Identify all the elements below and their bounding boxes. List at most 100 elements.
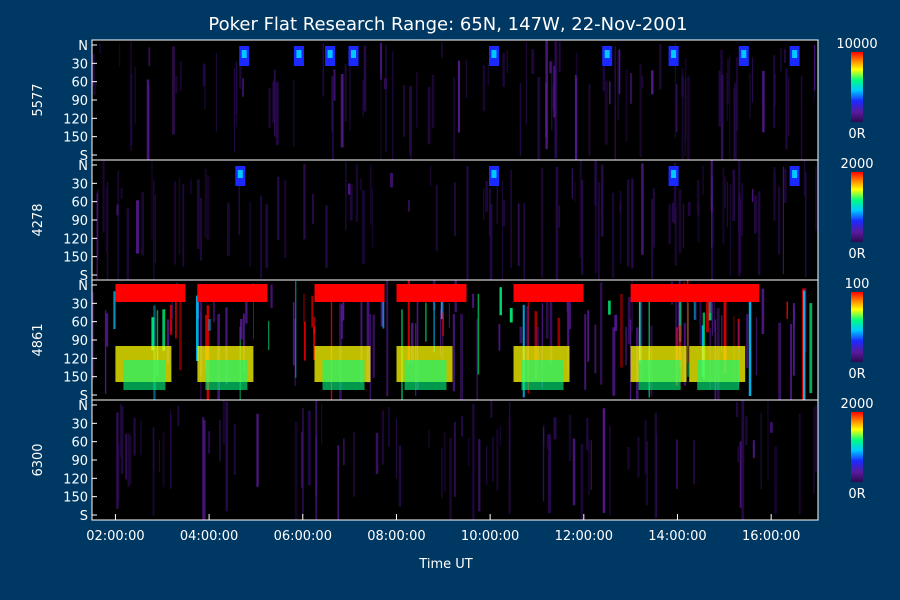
emission-streak [572,438,576,506]
emission-streak [805,172,807,278]
emission-streak [786,301,788,319]
emission-streak [555,166,559,280]
emission-streak [525,42,527,125]
emission-streak [307,410,311,486]
emission-streak [736,56,739,131]
emission-streak [363,45,367,112]
emission-streak [125,433,127,480]
emission-streak [425,302,427,342]
bright-feature [115,284,186,302]
y-tick-label: N [78,399,88,414]
emission-streak [162,432,165,488]
emission-streak [315,400,318,520]
emission-streak [599,282,603,385]
bright-feature [327,50,333,58]
bright-feature [396,284,467,302]
emission-streak [151,161,153,240]
emission-streak [148,47,151,67]
emission-streak [608,425,611,516]
emission-streak [588,84,591,156]
colorbar-min-label: 0R [848,127,865,142]
y-tick-label: 150 [63,131,88,146]
emission-streak [206,175,210,241]
emission-streak [574,75,578,160]
emission-streak [153,427,154,470]
emission-streak [435,184,438,252]
emission-streak [778,186,781,255]
emission-streak [773,167,776,221]
emission-streak [735,402,739,417]
emission-streak [313,316,316,334]
emission-streak [344,63,347,122]
emission-streak [341,304,343,339]
emission-streak [553,65,556,118]
emission-streak [102,160,105,232]
emission-streak [655,433,658,518]
emission-streak [371,187,374,248]
emission-streak [390,173,393,188]
emission-streak [553,417,557,440]
emission-streak [215,53,217,133]
bright-feature [491,50,497,58]
emission-streak [382,300,385,329]
bright-feature [351,50,356,58]
emission-streak [454,182,456,236]
emission-streak [242,78,244,97]
x-tick-label: 10:00:00 [461,529,519,544]
emission-streak [502,52,505,87]
y-tick-label: 60 [71,316,88,331]
emission-streak [301,431,303,488]
emission-streak [737,446,739,463]
emission-streak [770,422,773,433]
emission-streak [179,295,182,371]
emission-streak [693,440,695,485]
bright-feature [521,360,564,390]
bright-feature [491,170,497,178]
emission-streak [431,74,435,129]
emission-streak [304,321,306,361]
emission-streak [292,80,295,147]
emission-streak [542,427,545,502]
emission-streak [443,432,446,492]
emission-streak [773,55,776,129]
emission-streak [321,403,323,445]
emission-streak [136,200,139,254]
emission-streak [619,190,622,264]
emission-streak [499,287,502,316]
emission-streak [270,284,273,308]
emission-streak [784,48,786,63]
emission-streak [360,178,362,190]
emission-streak [584,314,587,390]
emission-streak [153,180,155,280]
emission-streak [416,71,418,128]
emission-streak [147,85,150,160]
emission-streak [134,66,137,125]
emission-streak [537,77,541,160]
emission-streak [519,83,522,157]
x-tick-label: 02:00:00 [86,529,144,544]
emission-streak [586,418,589,451]
bright-feature [513,284,584,302]
bright-feature [205,360,248,390]
emission-streak [630,73,633,104]
emission-streak [312,194,314,224]
emission-streak [392,51,394,161]
emission-streak [580,444,584,520]
emission-streak [106,313,109,347]
emission-streak [204,62,206,110]
emission-streak [141,191,144,256]
emission-streak [492,436,494,482]
emission-streak [180,61,182,91]
emission-streak [197,179,200,250]
emission-streak [268,87,271,129]
emission-streak [133,418,136,456]
colorbar-min-label: 0R [848,367,865,382]
bright-feature [241,50,247,58]
y-tick-label: 90 [71,94,88,109]
chart-title: Poker Flat Research Range: 65N, 147W, 22… [208,14,687,35]
bright-feature [697,360,740,390]
emission-streak [814,45,816,91]
emission-streak [614,314,618,332]
panel-4861: N306090120150S48611000R [31,277,869,404]
emission-streak [386,280,389,397]
